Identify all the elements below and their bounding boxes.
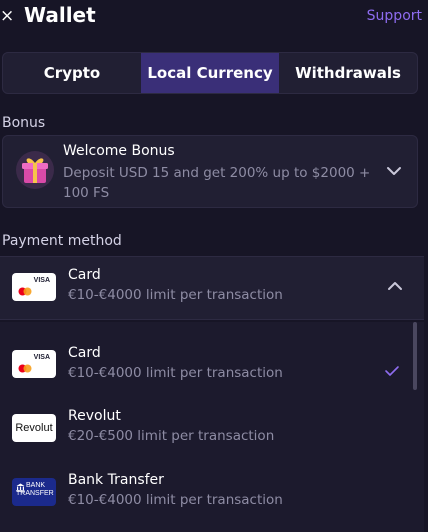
tab-crypto[interactable]: Crypto [3, 53, 141, 93]
bank-transfer-logo: BANK TRANSFER [12, 478, 56, 506]
bonus-select[interactable]: Welcome Bonus Deposit USD 15 and get 200… [2, 135, 418, 208]
check-icon [385, 366, 399, 376]
support-link[interactable]: Support [367, 8, 422, 24]
option-name: Bank Transfer [68, 472, 164, 488]
option-bank-transfer[interactable]: BANK TRANSFER Bank Transfer €10-€4000 li… [0, 464, 410, 528]
tab-bar: Crypto Local Currency Withdrawals [2, 52, 418, 94]
mastercard-icon [18, 287, 32, 296]
bank-logo-line2: TRANSFER [16, 490, 54, 497]
bonus-title: Welcome Bonus [63, 143, 175, 159]
revolut-logo-text: Revolut [15, 422, 53, 434]
dropdown-scrollbar[interactable] [413, 322, 417, 390]
gift-icon [16, 151, 54, 189]
payment-method-dropdown: VISA Card €10-€4000 limit per transactio… [0, 322, 424, 532]
selected-method-name: Card [68, 267, 101, 283]
tab-local-currency[interactable]: Local Currency [141, 53, 279, 93]
mastercard-icon [18, 364, 32, 373]
option-card[interactable]: VISA Card €10-€4000 limit per transactio… [0, 336, 410, 400]
option-name: Revolut [68, 408, 121, 424]
option-limit: €20-€500 limit per transaction [68, 428, 275, 444]
chevron-up-icon[interactable] [386, 277, 404, 295]
option-revolut[interactable]: Revolut Revolut €20-€500 limit per trans… [0, 400, 410, 464]
visa-mastercard-logo: VISA [12, 350, 56, 378]
bank-logo-text: BANK TRANSFER [16, 482, 54, 498]
chevron-down-icon[interactable] [385, 162, 403, 180]
option-name: Card [68, 345, 101, 361]
payment-method-select[interactable]: VISA Card €10-€4000 limit per transactio… [0, 256, 424, 320]
option-limit: €10-€4000 limit per transaction [68, 365, 283, 381]
bonus-description: Deposit USD 15 and get 200% up to $2000 … [63, 165, 371, 201]
visa-mastercard-logo: VISA [12, 273, 56, 301]
selected-method-limit: €10-€4000 limit per transaction [68, 287, 283, 303]
visa-logo-text: VISA [33, 277, 50, 284]
bonus-section-label: Bonus [2, 115, 46, 131]
option-limit: €10-€4000 limit per transaction [68, 492, 283, 508]
close-icon[interactable]: × [0, 6, 14, 26]
bank-logo-line1: BANK [26, 482, 46, 489]
revolut-logo: Revolut [12, 414, 56, 442]
visa-logo-text: VISA [33, 354, 50, 361]
tab-withdrawals[interactable]: Withdrawals [279, 53, 417, 93]
header: × Wallet Support [0, 0, 428, 34]
payment-section-label: Payment method [2, 233, 122, 249]
page-title: Wallet [24, 3, 96, 27]
